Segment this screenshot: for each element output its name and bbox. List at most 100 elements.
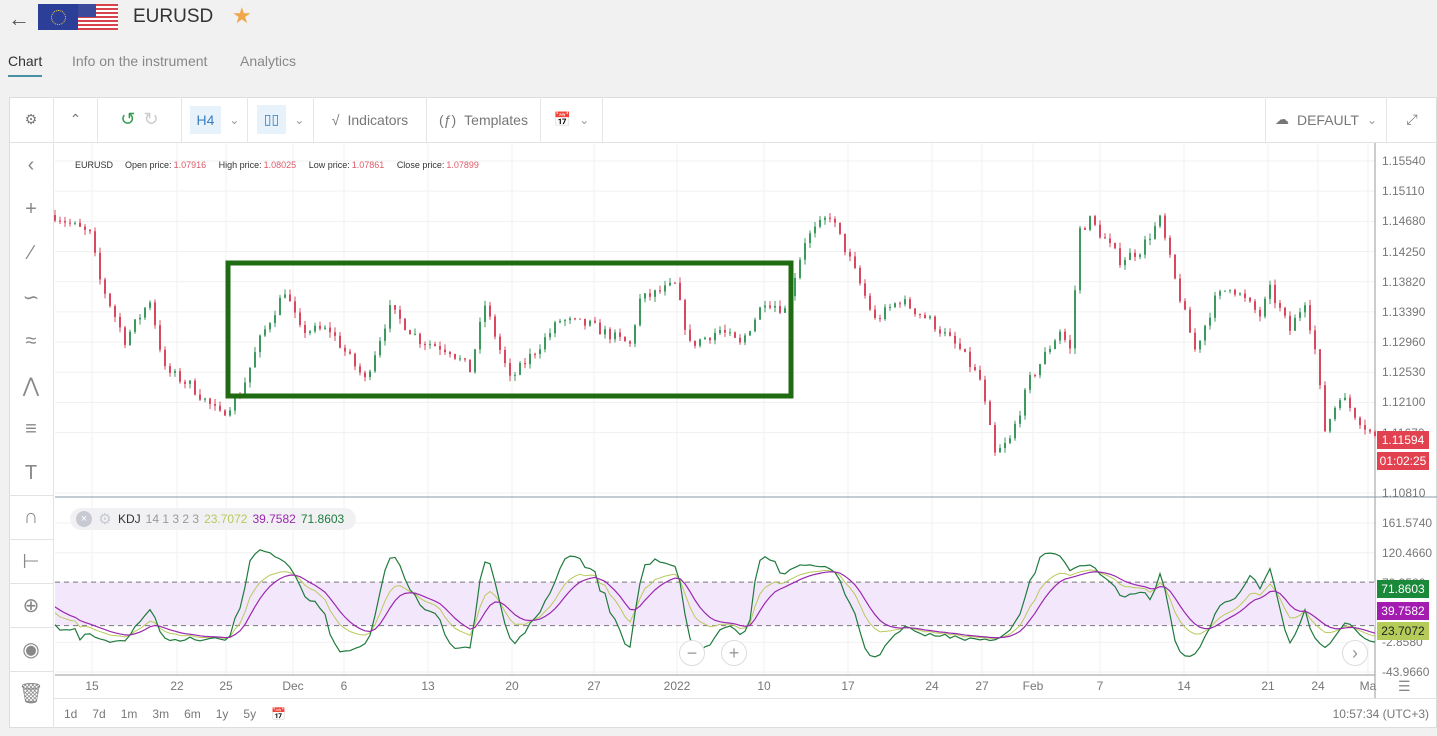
candle-body (654, 290, 656, 297)
candle-body (529, 353, 531, 365)
candle-body (1079, 228, 1081, 291)
candle-body (924, 314, 926, 319)
candle-body (179, 371, 181, 382)
candle-body (1289, 315, 1291, 331)
candle-body (779, 305, 781, 313)
range-1m[interactable]: 1m (121, 707, 138, 721)
candle-body (259, 335, 261, 353)
price-tick: 1.12530 (1382, 365, 1426, 380)
candle-body (1344, 397, 1346, 401)
candle-body (1369, 429, 1371, 432)
candle-body (619, 332, 621, 337)
candle-body (254, 352, 256, 368)
candle-body (169, 366, 171, 373)
candle-body (209, 398, 211, 404)
time-tick: 7 (1096, 679, 1104, 693)
candle-body (1254, 301, 1256, 310)
candle-body (799, 259, 801, 278)
candle-body (489, 305, 491, 317)
candle-body (829, 217, 831, 219)
kdj-legend: × ⚙ KDJ 14 1 3 2 3 23.7072 39.7582 71.86… (70, 508, 357, 530)
candle-body (884, 307, 886, 320)
candle-body (1304, 305, 1306, 313)
candle-body (1329, 419, 1331, 432)
price-tick: 1.14680 (1382, 214, 1426, 229)
candle-body (994, 424, 996, 453)
candle-body (249, 367, 251, 383)
candle-body (1294, 317, 1296, 331)
candle-body (54, 215, 56, 221)
candle-body (1149, 238, 1151, 240)
candle-body (844, 233, 846, 253)
candle-body (449, 352, 451, 355)
candle-body (149, 302, 151, 308)
range-5y[interactable]: 5y (243, 707, 256, 721)
candle-body (414, 333, 416, 335)
calendar-icon[interactable]: 📅 (271, 707, 286, 721)
candle-body (564, 320, 566, 322)
range-3m[interactable]: 3m (152, 707, 169, 721)
open-value: 1.07916 (173, 160, 207, 170)
range-bar: 1d 7d 1m 3m 6m 1y 5y 📅 (54, 698, 1437, 728)
candle-body (109, 293, 111, 307)
candle-body (674, 282, 676, 284)
candle-body (89, 229, 91, 232)
candle-body (1124, 260, 1126, 266)
scroll-right-button[interactable]: › (1342, 640, 1368, 666)
candle-body (339, 335, 341, 348)
candle-body (549, 333, 551, 338)
ohlc-legend: EURUSD Open price: 1.07916 High price: 1.0… (75, 160, 489, 170)
candle-body (234, 397, 236, 411)
candle-body (359, 366, 361, 373)
candle-body (214, 403, 216, 406)
zoom-in-button[interactable]: + (721, 640, 747, 666)
candle-body (74, 222, 76, 224)
current-price-tag: 1.11594 (1377, 431, 1429, 449)
candle-body (134, 319, 136, 332)
candle-body (119, 316, 121, 328)
range-6m[interactable]: 6m (184, 707, 201, 721)
axis-settings-icon[interactable]: ☰ (1398, 678, 1411, 695)
time-tick: 22 (170, 679, 184, 693)
low-label: Low price: (308, 160, 350, 170)
kdj-params: 14 1 3 2 3 (145, 512, 200, 526)
candle-body (979, 369, 981, 380)
gear-icon[interactable]: ⚙ (97, 511, 113, 528)
candle-body (1214, 295, 1216, 318)
candle-body (1014, 423, 1016, 439)
candle-body (189, 380, 191, 384)
candle-body (304, 325, 306, 333)
candle-body (769, 305, 771, 308)
candle-body (1094, 216, 1096, 225)
candle-body (129, 331, 131, 345)
price-tick: 1.13390 (1382, 304, 1426, 319)
candle-body (889, 306, 891, 308)
candle-body (219, 405, 221, 411)
candle-body (329, 327, 331, 333)
candle-countdown-tag: 01:02:25 (1377, 452, 1429, 470)
candle-body (984, 379, 986, 402)
candle-body (724, 330, 726, 333)
candle-body (1109, 238, 1111, 243)
candle-body (429, 344, 431, 346)
candle-body (624, 336, 626, 342)
candle-body (1374, 431, 1376, 436)
high-value: 1.08025 (263, 160, 297, 170)
kdj-k-value: 23.7072 (204, 512, 248, 526)
candle-body (324, 327, 326, 329)
candle-body (1279, 303, 1281, 308)
zoom-out-button[interactable]: − (679, 640, 705, 666)
candle-body (1134, 252, 1136, 257)
price-chart[interactable] (0, 0, 1437, 736)
range-7d[interactable]: 7d (92, 707, 105, 721)
candle-body (599, 322, 601, 335)
time-tick: 10 (757, 679, 771, 693)
candle-body (399, 309, 401, 319)
range-1d[interactable]: 1d (64, 707, 77, 721)
candle-body (699, 339, 701, 346)
candle-body (1029, 375, 1031, 390)
range-1y[interactable]: 1y (216, 707, 229, 721)
candle-body (269, 323, 271, 330)
candle-body (964, 348, 966, 352)
remove-indicator-icon[interactable]: × (76, 511, 92, 527)
